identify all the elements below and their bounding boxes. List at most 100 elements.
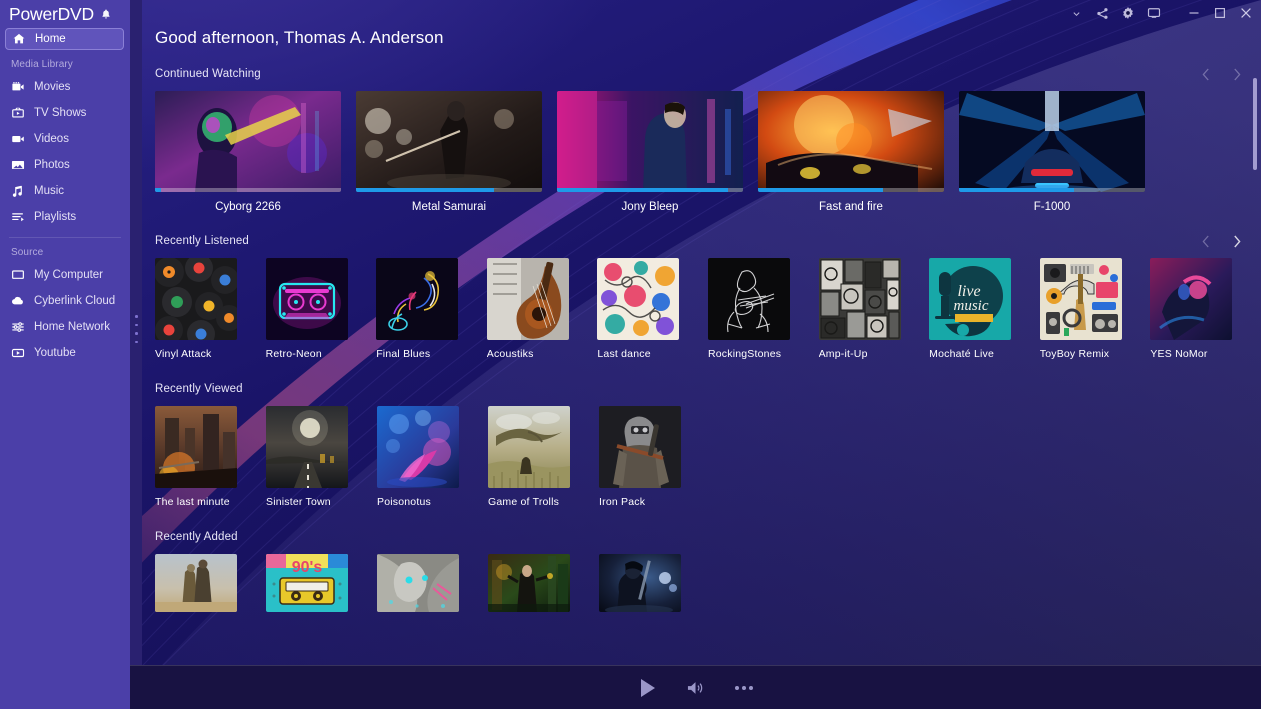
gear-icon[interactable] bbox=[1115, 0, 1141, 26]
tile-title: The last minute bbox=[155, 496, 259, 508]
sidebar-item-photos[interactable]: Photos bbox=[0, 152, 130, 178]
media-tile[interactable]: F-1000 bbox=[959, 91, 1159, 213]
sidebar-item-videos[interactable]: Videos bbox=[0, 126, 130, 152]
media-tile[interactable] bbox=[599, 554, 710, 620]
row-header: Recently Listened bbox=[155, 232, 1261, 250]
share-icon[interactable] bbox=[1089, 0, 1115, 26]
album-tile[interactable]: Retro-Neon bbox=[266, 258, 377, 360]
sidebar-item-label: Home bbox=[35, 33, 66, 45]
video-camera-icon bbox=[11, 132, 25, 146]
album-tile[interactable]: live music Mochaté Live bbox=[929, 258, 1040, 360]
sidebar-item-home-network[interactable]: Home Network bbox=[0, 314, 130, 340]
dropdown-icon[interactable] bbox=[1063, 0, 1089, 26]
row-title: Continued Watching bbox=[155, 68, 261, 80]
movies-icon bbox=[11, 80, 25, 94]
sidebar-item-home[interactable]: Home bbox=[5, 28, 124, 50]
music-note-icon bbox=[11, 184, 25, 198]
more-options-icon[interactable] bbox=[731, 675, 757, 701]
carousel-next-icon[interactable] bbox=[1230, 233, 1243, 249]
album-tile[interactable]: YES NoMor bbox=[1150, 258, 1261, 360]
tile-title: Last dance bbox=[597, 348, 697, 360]
media-tile[interactable]: The last minute bbox=[155, 406, 266, 508]
sidebar-item-cyberlink-cloud[interactable]: Cyberlink Cloud bbox=[0, 288, 130, 314]
row-title: Recently Listened bbox=[155, 235, 249, 247]
album-tile[interactable]: Final Blues bbox=[376, 258, 487, 360]
thumbnail bbox=[758, 91, 944, 192]
media-tile[interactable]: Iron Pack bbox=[599, 406, 710, 508]
progress-bar bbox=[557, 188, 743, 192]
tile-title: F-1000 bbox=[959, 201, 1145, 213]
play-button[interactable] bbox=[635, 675, 661, 701]
sidebar-item-music[interactable]: Music bbox=[0, 178, 130, 204]
app-title: PowerDVD bbox=[9, 4, 94, 25]
close-icon[interactable] bbox=[1233, 0, 1259, 26]
album-tile[interactable]: Vinyl Attack bbox=[155, 258, 266, 360]
carousel-prev-icon[interactable] bbox=[1199, 66, 1212, 82]
sidebar-item-label: Music bbox=[34, 185, 64, 197]
sidebar: PowerDVD Home Media Library Movies TV Sh… bbox=[0, 0, 130, 709]
tile-title: Poisonotus bbox=[377, 496, 481, 508]
sidebar-item-label: Videos bbox=[34, 133, 69, 145]
sidebar-item-label: Cyberlink Cloud bbox=[34, 295, 115, 307]
sidebar-item-my-computer[interactable]: My Computer bbox=[0, 262, 130, 288]
album-tile[interactable]: RockingStones bbox=[708, 258, 819, 360]
row-recently-listened: Recently Listened bbox=[155, 232, 1261, 360]
tile-title: YES NoMor bbox=[1150, 348, 1250, 360]
media-tile[interactable]: Jony Bleep bbox=[557, 91, 757, 213]
thumbnail bbox=[708, 258, 790, 340]
scrollbar-thumb[interactable] bbox=[1253, 78, 1257, 170]
row-header: Recently Viewed bbox=[155, 380, 1261, 398]
volume-icon[interactable] bbox=[683, 675, 709, 701]
vertical-scrollbar[interactable] bbox=[1253, 22, 1257, 662]
album-tile[interactable]: Acoustiks bbox=[487, 258, 598, 360]
thumbnail bbox=[959, 91, 1145, 192]
tile-list: 90's bbox=[155, 554, 1261, 620]
tile-title: Jony Bleep bbox=[557, 201, 743, 213]
media-tile[interactable]: 90's bbox=[266, 554, 377, 620]
progress-bar bbox=[959, 188, 1145, 192]
sidebar-item-youtube[interactable]: Youtube bbox=[0, 340, 130, 366]
album-tile[interactable]: ToyBoy Remix bbox=[1040, 258, 1151, 360]
media-tile[interactable]: Metal Samurai bbox=[356, 91, 556, 213]
carousel-prev-icon[interactable] bbox=[1199, 233, 1212, 249]
media-tile[interactable] bbox=[377, 554, 488, 620]
bell-icon[interactable] bbox=[100, 8, 112, 21]
album-tile[interactable]: Last dance bbox=[597, 258, 708, 360]
tile-list: The last minute bbox=[155, 406, 1261, 508]
tile-title: Vinyl Attack bbox=[155, 348, 255, 360]
sidebar-item-playlists[interactable]: Playlists bbox=[0, 204, 130, 230]
maximize-icon[interactable] bbox=[1207, 0, 1233, 26]
sidebar-resize-handle[interactable] bbox=[135, 315, 139, 343]
thumbnail bbox=[599, 406, 681, 488]
svg-text:90's: 90's bbox=[292, 559, 323, 576]
tile-title: Amp-it-Up bbox=[819, 348, 919, 360]
minimize-icon[interactable] bbox=[1181, 0, 1207, 26]
thumbnail bbox=[1150, 258, 1232, 340]
window-controls bbox=[1063, 0, 1261, 26]
cast-icon[interactable] bbox=[1141, 0, 1167, 26]
media-tile[interactable]: Fast and fire bbox=[758, 91, 958, 213]
main-content: Good afternoon, Thomas A. Anderson Conti… bbox=[130, 0, 1261, 709]
network-icon bbox=[11, 320, 25, 334]
media-tile[interactable]: Poisonotus bbox=[377, 406, 488, 508]
thumbnail bbox=[155, 406, 237, 488]
carousel-next-icon[interactable] bbox=[1230, 66, 1243, 82]
thumbnail bbox=[487, 258, 569, 340]
media-tile[interactable]: Sinister Town bbox=[266, 406, 377, 508]
tile-title: Iron Pack bbox=[599, 496, 703, 508]
thumbnail: live music bbox=[929, 258, 1011, 340]
sidebar-item-label: TV Shows bbox=[34, 107, 86, 119]
thumbnail bbox=[1040, 258, 1122, 340]
tile-title: Sinister Town bbox=[266, 496, 370, 508]
media-tile[interactable] bbox=[488, 554, 599, 620]
progress-bar bbox=[758, 188, 944, 192]
media-tile[interactable]: Cyborg 2266 bbox=[155, 91, 355, 213]
thumbnail bbox=[266, 258, 348, 340]
home-icon bbox=[12, 32, 26, 46]
media-tile[interactable] bbox=[155, 554, 266, 620]
media-tile[interactable]: Game of Trolls bbox=[488, 406, 599, 508]
thumbnail bbox=[597, 258, 679, 340]
sidebar-item-movies[interactable]: Movies bbox=[0, 74, 130, 100]
album-tile[interactable]: Amp-it-Up bbox=[819, 258, 930, 360]
sidebar-item-tv-shows[interactable]: TV Shows bbox=[0, 100, 130, 126]
